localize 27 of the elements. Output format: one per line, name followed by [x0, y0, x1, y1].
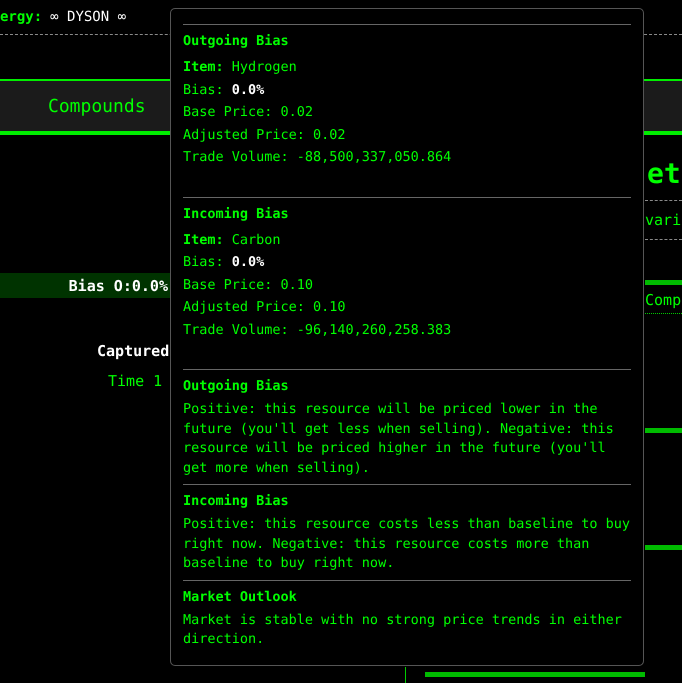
- section-description: Positive: this resource will be priced lower in the future (you'll get less when selling). Negative: this resource will be priced higher in the future (you'll get more when selling).: [183, 400, 615, 478]
- section-title: Outgoing Bias: [183, 33, 290, 49]
- price-line: Trade Volume: -96,140,260,258.383: [183, 320, 452, 340]
- energy-value: ∞ DYSON ∞: [50, 9, 126, 25]
- panel-heading: et: [647, 157, 682, 190]
- bias-line: Bias: 0.0%: [183, 80, 266, 100]
- bias-line: Bias: 0.0%: [183, 253, 266, 272]
- panel-text: vari: [645, 211, 682, 229]
- section-title: Incoming Bias: [183, 206, 290, 222]
- bias-label: Bias O:0.0%: [68, 276, 168, 294]
- price-line: Adjusted Price: 0.02: [183, 126, 347, 144]
- section-title: Market Outlook: [183, 588, 298, 604]
- time-label: Time 1: [108, 372, 164, 390]
- section-title: Incoming Bias: [183, 493, 290, 509]
- section-description: Positive: this resource costs less than baseline to buy right now. Negative: this resource costs more than baseline to buy right now.: [183, 515, 631, 573]
- price-line: Base Price: 0.02: [183, 103, 314, 122]
- price-line: Trade Volume: -88,500,337,050.864: [183, 148, 452, 167]
- section-title: Outgoing Bias: [183, 378, 290, 394]
- item-line: Item: Carbon: [183, 230, 282, 250]
- section-description: Market is stable with no strong price trends in either direction.: [183, 610, 623, 649]
- captured-label: Captured: [97, 342, 170, 360]
- price-line: Base Price: 0.10: [183, 276, 314, 294]
- panel-text: Comp: [645, 291, 682, 309]
- item-line: Item: Hydrogen: [183, 58, 298, 77]
- energy-label: ergy:: [0, 9, 42, 25]
- tab[interactable]: Compounds: [40, 92, 154, 120]
- price-line: Adjusted Price: 0.10: [183, 298, 347, 317]
